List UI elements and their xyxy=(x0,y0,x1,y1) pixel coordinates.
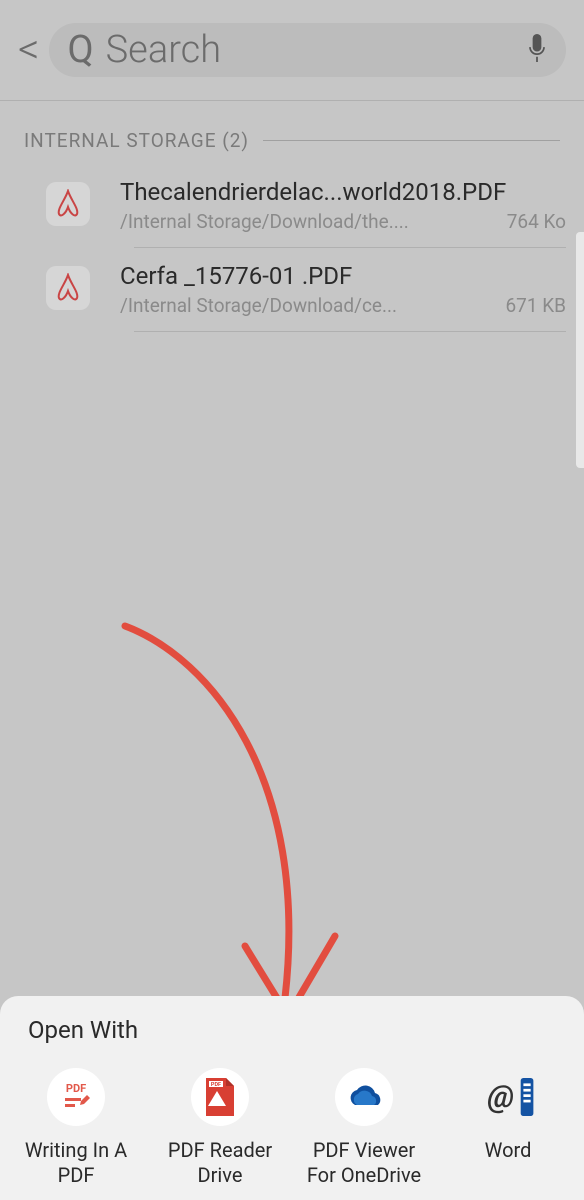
file-row[interactable]: Thecalendrierdelac...world2018.PDF /Inte… xyxy=(0,164,584,247)
file-size: 671 KB xyxy=(505,294,566,317)
top-bar: < Q Search xyxy=(0,0,584,101)
svg-text:PDF: PDF xyxy=(211,1082,221,1088)
row-divider xyxy=(134,331,566,332)
pdf-icon xyxy=(46,182,90,226)
writing-pdf-icon: PDF xyxy=(47,1068,105,1126)
file-row[interactable]: Cerfa _15776-01 .PDF /Internal Storage/D… xyxy=(0,248,584,331)
app-option-pdf-reader-drive[interactable]: PDF PDF Reader Drive xyxy=(150,1068,290,1188)
file-meta: Cerfa _15776-01 .PDF /Internal Storage/D… xyxy=(120,262,566,317)
app-label: PDF Viewer For OneDrive xyxy=(307,1138,421,1188)
search-field[interactable]: Q Search xyxy=(49,23,566,77)
scroll-indicator[interactable] xyxy=(576,232,584,468)
svg-text:PDF: PDF xyxy=(66,1082,86,1095)
app-option-pdf-viewer-onedrive[interactable]: PDF Viewer For OneDrive xyxy=(294,1068,434,1188)
section-label: INTERNAL STORAGE (2) xyxy=(24,129,249,152)
microphone-icon[interactable] xyxy=(526,34,548,66)
file-size: 764 Ko xyxy=(507,210,566,233)
app-row: PDF Writing In A PDF PDF PDF Reader Driv… xyxy=(0,1060,584,1200)
pdf-reader-drive-icon: PDF xyxy=(191,1068,249,1126)
file-meta: Thecalendrierdelac...world2018.PDF /Inte… xyxy=(120,178,566,233)
word-icon: @ xyxy=(479,1068,537,1126)
file-name: Cerfa _15776-01 .PDF xyxy=(120,262,566,290)
app-option-word[interactable]: @ Word xyxy=(438,1068,578,1188)
file-name: Thecalendrierdelac...world2018.PDF xyxy=(120,178,566,206)
file-path: /Internal Storage/Download/ce... xyxy=(120,294,487,317)
search-icon: Q xyxy=(67,28,93,72)
pdf-icon xyxy=(46,266,90,310)
back-button[interactable]: < xyxy=(18,29,39,71)
section-divider xyxy=(263,140,560,141)
app-option-writing-pdf[interactable]: PDF Writing In A PDF xyxy=(6,1068,146,1188)
search-placeholder: Search xyxy=(106,28,514,72)
app-label: Writing In A PDF xyxy=(25,1138,127,1188)
sheet-title: Open With xyxy=(0,1010,584,1060)
annotation-arrow xyxy=(110,618,370,1048)
svg-text:@: @ xyxy=(487,1078,514,1115)
app-label: Word xyxy=(485,1138,532,1163)
section-header: INTERNAL STORAGE (2) xyxy=(0,101,584,164)
app-label: PDF Reader Drive xyxy=(168,1138,272,1188)
onedrive-icon xyxy=(335,1068,393,1126)
file-path: /Internal Storage/Download/the.... xyxy=(120,210,489,233)
open-with-sheet: Open With PDF Writing In A PDF PDF xyxy=(0,996,584,1200)
